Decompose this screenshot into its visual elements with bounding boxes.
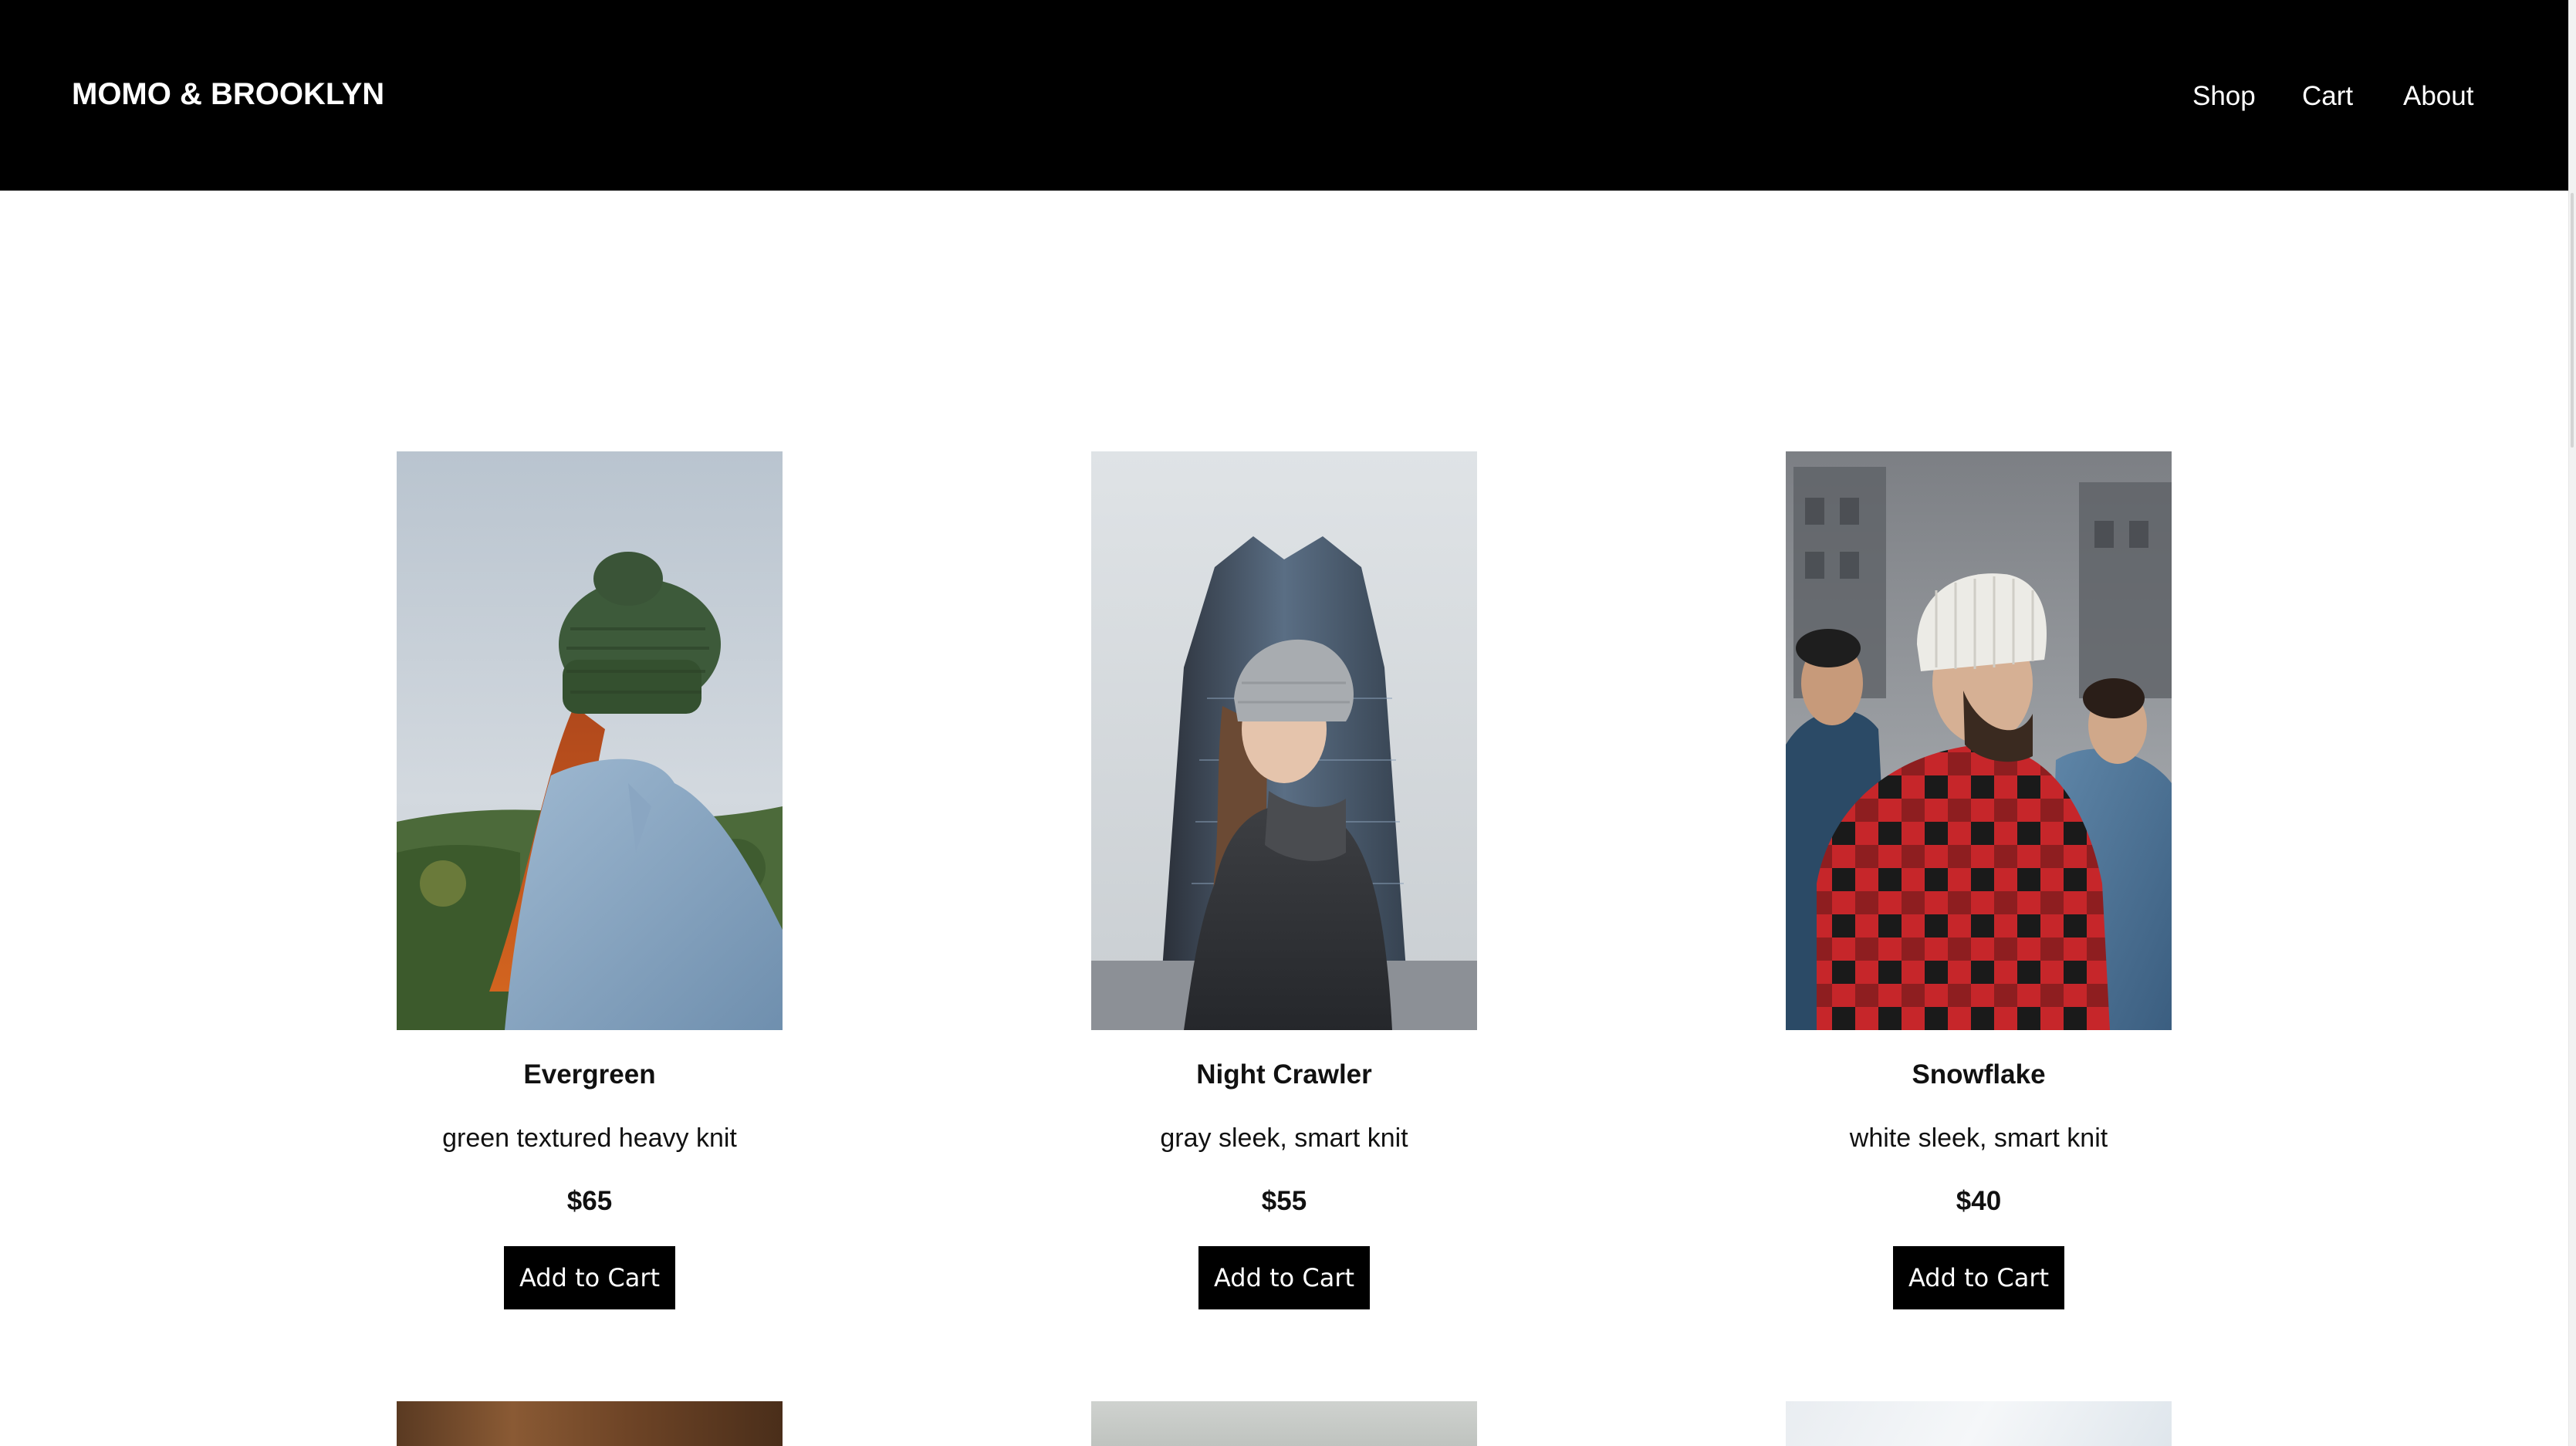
product-image-night-crawler[interactable] [1091,451,1477,1030]
product-description: gray sleek, smart knit [1160,1123,1408,1153]
product-image-row2-1[interactable] [397,1401,783,1446]
add-to-cart-button[interactable]: Add to Cart [1893,1246,2064,1309]
man-white-beanie-photo [1786,451,2172,1030]
product-image-row2-3[interactable] [1786,1401,2172,1446]
product-card-night-crawler: Night Crawler gray sleek, smart knit $55… [1091,451,1477,1316]
add-to-cart-button[interactable]: Add to Cart [504,1246,675,1309]
product-name: Snowflake [1912,1059,2046,1090]
product-image-snowflake[interactable] [1786,451,2172,1030]
woman-gray-beanie-photo [1091,451,1477,1030]
product-name: Evergreen [523,1059,656,1090]
product-price: $65 [566,1186,613,1216]
product-card-evergreen: Evergreen green textured heavy knit $65 … [397,451,783,1316]
woman-green-beanie-photo [397,451,783,1030]
add-to-cart-button[interactable]: Add to Cart [1198,1246,1370,1309]
product-image-row2-2[interactable] [1091,1401,1477,1446]
product-description: white sleek, smart knit [1849,1123,2108,1153]
product-card-snowflake: Snowflake white sleek, smart knit $40 Ad… [1786,451,2172,1316]
product-name: Night Crawler [1196,1059,1372,1090]
scrollbar-thumb[interactable] [2571,193,2574,448]
product-price: $40 [1956,1186,2002,1216]
nav-cart-link[interactable]: Cart [2302,77,2353,116]
site-header: MOMO & BROOKLYN Shop Cart About [0,0,2568,191]
brand-logo[interactable]: MOMO & BROOKLYN [72,74,384,114]
nav-about-link[interactable]: About [2403,77,2473,116]
nav-shop-link[interactable]: Shop [2192,77,2256,116]
product-image-evergreen[interactable] [397,451,783,1030]
page: MOMO & BROOKLYN Shop Cart About Evergree… [0,0,2576,1446]
product-description: green textured heavy knit [442,1123,737,1153]
product-price: $55 [1261,1186,1307,1216]
